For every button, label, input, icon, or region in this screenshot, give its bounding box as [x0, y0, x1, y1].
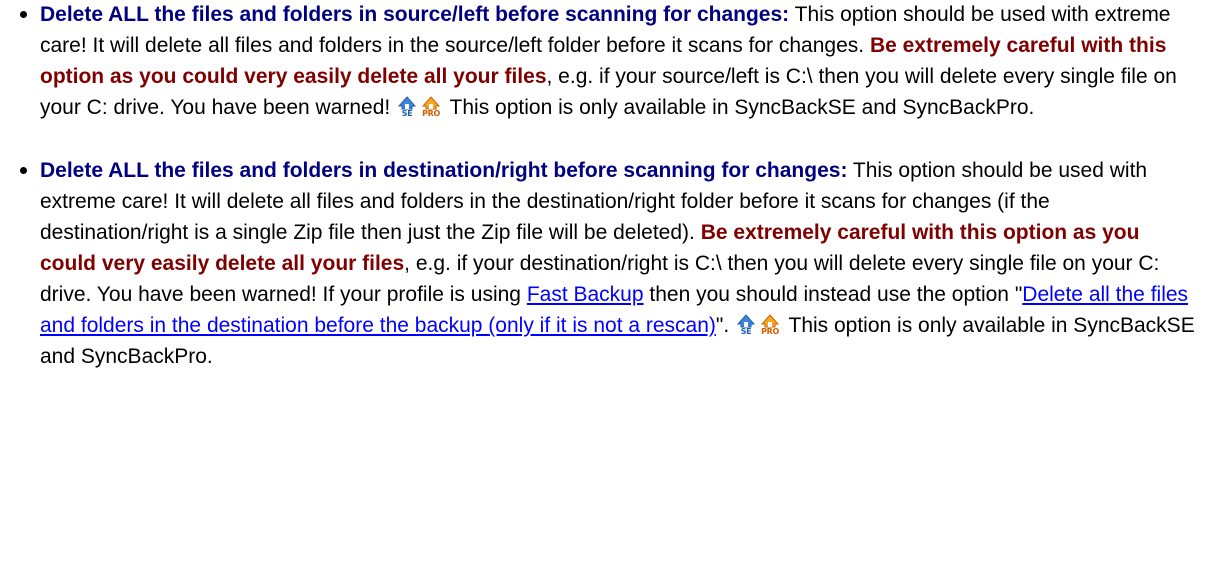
- option-text: ".: [715, 314, 736, 337]
- option-heading: Delete ALL the files and folders in dest…: [40, 159, 848, 182]
- option-heading: Delete ALL the files and folders in sour…: [40, 3, 790, 26]
- bullet-icon: [20, 11, 27, 18]
- syncback-se-icon: SE: [735, 312, 757, 336]
- syncback-se-icon: SE: [396, 94, 418, 118]
- option-list: Delete ALL the files and folders in sour…: [0, 0, 1231, 372]
- bullet-icon: [20, 167, 27, 174]
- availability-text: This option is only available in SyncBac…: [444, 96, 1035, 119]
- list-item-delete-source: Delete ALL the files and folders in sour…: [0, 0, 1201, 123]
- syncback-pro-icon: PRO: [420, 94, 442, 118]
- syncback-pro-icon: PRO: [759, 312, 781, 336]
- list-item-delete-destination: Delete ALL the files and folders in dest…: [0, 155, 1201, 372]
- option-text: then you should instead use the option ": [643, 283, 1023, 306]
- fast-backup-link[interactable]: Fast Backup: [527, 283, 644, 306]
